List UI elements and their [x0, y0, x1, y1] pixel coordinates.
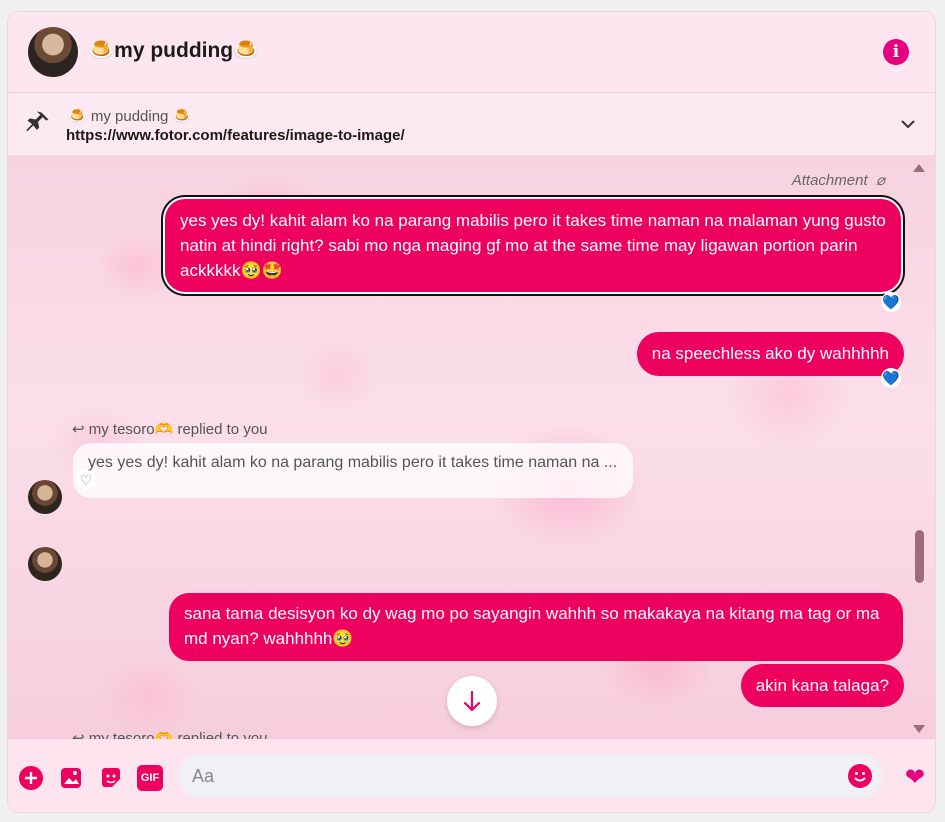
reply-label: my tesoro🫶 replied to you — [88, 730, 268, 739]
reply-arrow-icon: ↩ — [72, 421, 89, 438]
pinned-sender: 🍮 my pudding 🍮 — [68, 108, 192, 125]
reply-label: my tesoro🫶 replied to you — [88, 421, 268, 438]
input-placeholder: Aa — [192, 766, 215, 786]
chevron-down-icon[interactable] — [899, 115, 917, 133]
pinned-link[interactable]: https://www.fotor.com/features/image-to-… — [66, 127, 405, 144]
reply-header: ↩ my tesoro🫶 replied to you — [72, 420, 268, 438]
info-icon[interactable]: i — [883, 39, 909, 65]
attachment-label[interactable]: Attachment ⌀ — [792, 171, 885, 189]
message-input[interactable]: Aa — [178, 754, 882, 798]
reaction-heart-outline[interactable]: ♡ — [76, 470, 96, 490]
chat-header: 🍮my pudding🍮 i — [8, 12, 935, 93]
scrollbar-thumb[interactable] — [915, 530, 924, 583]
pin-icon — [26, 111, 49, 132]
image-icon[interactable] — [58, 765, 84, 791]
arrow-down-icon — [463, 690, 481, 712]
reaction-blue-heart[interactable]: 💙 — [881, 368, 901, 388]
heart-send-icon[interactable]: ❤ — [905, 763, 925, 792]
sender-avatar[interactable] — [28, 547, 62, 581]
outgoing-message[interactable]: yes yes dy! kahit alam ko na parang mabi… — [165, 199, 901, 292]
reply-arrow-icon: ↩ — [72, 730, 89, 739]
message-list[interactable]: Attachment ⌀ yes yes dy! kahit alam ko n… — [8, 156, 935, 739]
sender-avatar[interactable] — [28, 480, 62, 514]
reply-quote[interactable]: yes yes dy! kahit alam ko na parang mabi… — [73, 443, 633, 498]
outgoing-message[interactable]: na speechless ako dy wahhhhh — [636, 332, 904, 376]
plus-icon[interactable] — [18, 765, 44, 791]
outgoing-message[interactable]: sana tama desisyon ko dy wag mo po sayan… — [169, 593, 903, 661]
attachment-text: Attachment — [791, 172, 868, 189]
scrollbar[interactable] — [913, 156, 931, 739]
scroll-to-bottom-button[interactable] — [447, 676, 497, 726]
contact-avatar[interactable] — [28, 27, 78, 77]
sticker-icon[interactable] — [98, 765, 124, 791]
gif-icon[interactable]: GIF — [137, 765, 163, 791]
emoji-icon[interactable] — [848, 764, 872, 788]
reply-header: ↩ my tesoro🫶 replied to you — [72, 729, 268, 739]
reaction-blue-heart[interactable]: 💙 — [881, 292, 901, 312]
conversation-title[interactable]: 🍮my pudding🍮 — [88, 39, 259, 63]
scroll-down-icon[interactable] — [913, 725, 925, 733]
outgoing-message[interactable]: akin kana talaga? — [740, 664, 904, 707]
composer: GIF Aa ❤ — [8, 739, 935, 812]
scroll-up-icon[interactable] — [913, 164, 925, 172]
paperclip-icon: ⌀ — [871, 172, 885, 189]
pinned-message[interactable]: 🍮 my pudding 🍮 https://www.fotor.com/fea… — [8, 93, 935, 156]
chat-window: 🍮my pudding🍮 i 🍮 my pudding 🍮 https://ww… — [8, 12, 935, 812]
